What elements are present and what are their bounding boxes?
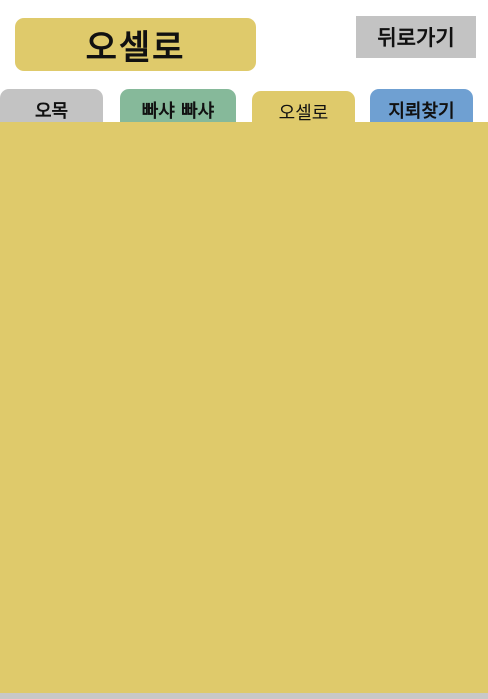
bottom-bar bbox=[0, 693, 488, 699]
game-board-panel[interactable] bbox=[0, 122, 488, 693]
page-title: 오셀로 bbox=[15, 18, 256, 71]
app-window: 오셀로 뒤로가기 오목 빠샤 빠샤 오셀로 지뢰찾기 bbox=[0, 0, 488, 699]
back-button[interactable]: 뒤로가기 bbox=[356, 16, 476, 58]
